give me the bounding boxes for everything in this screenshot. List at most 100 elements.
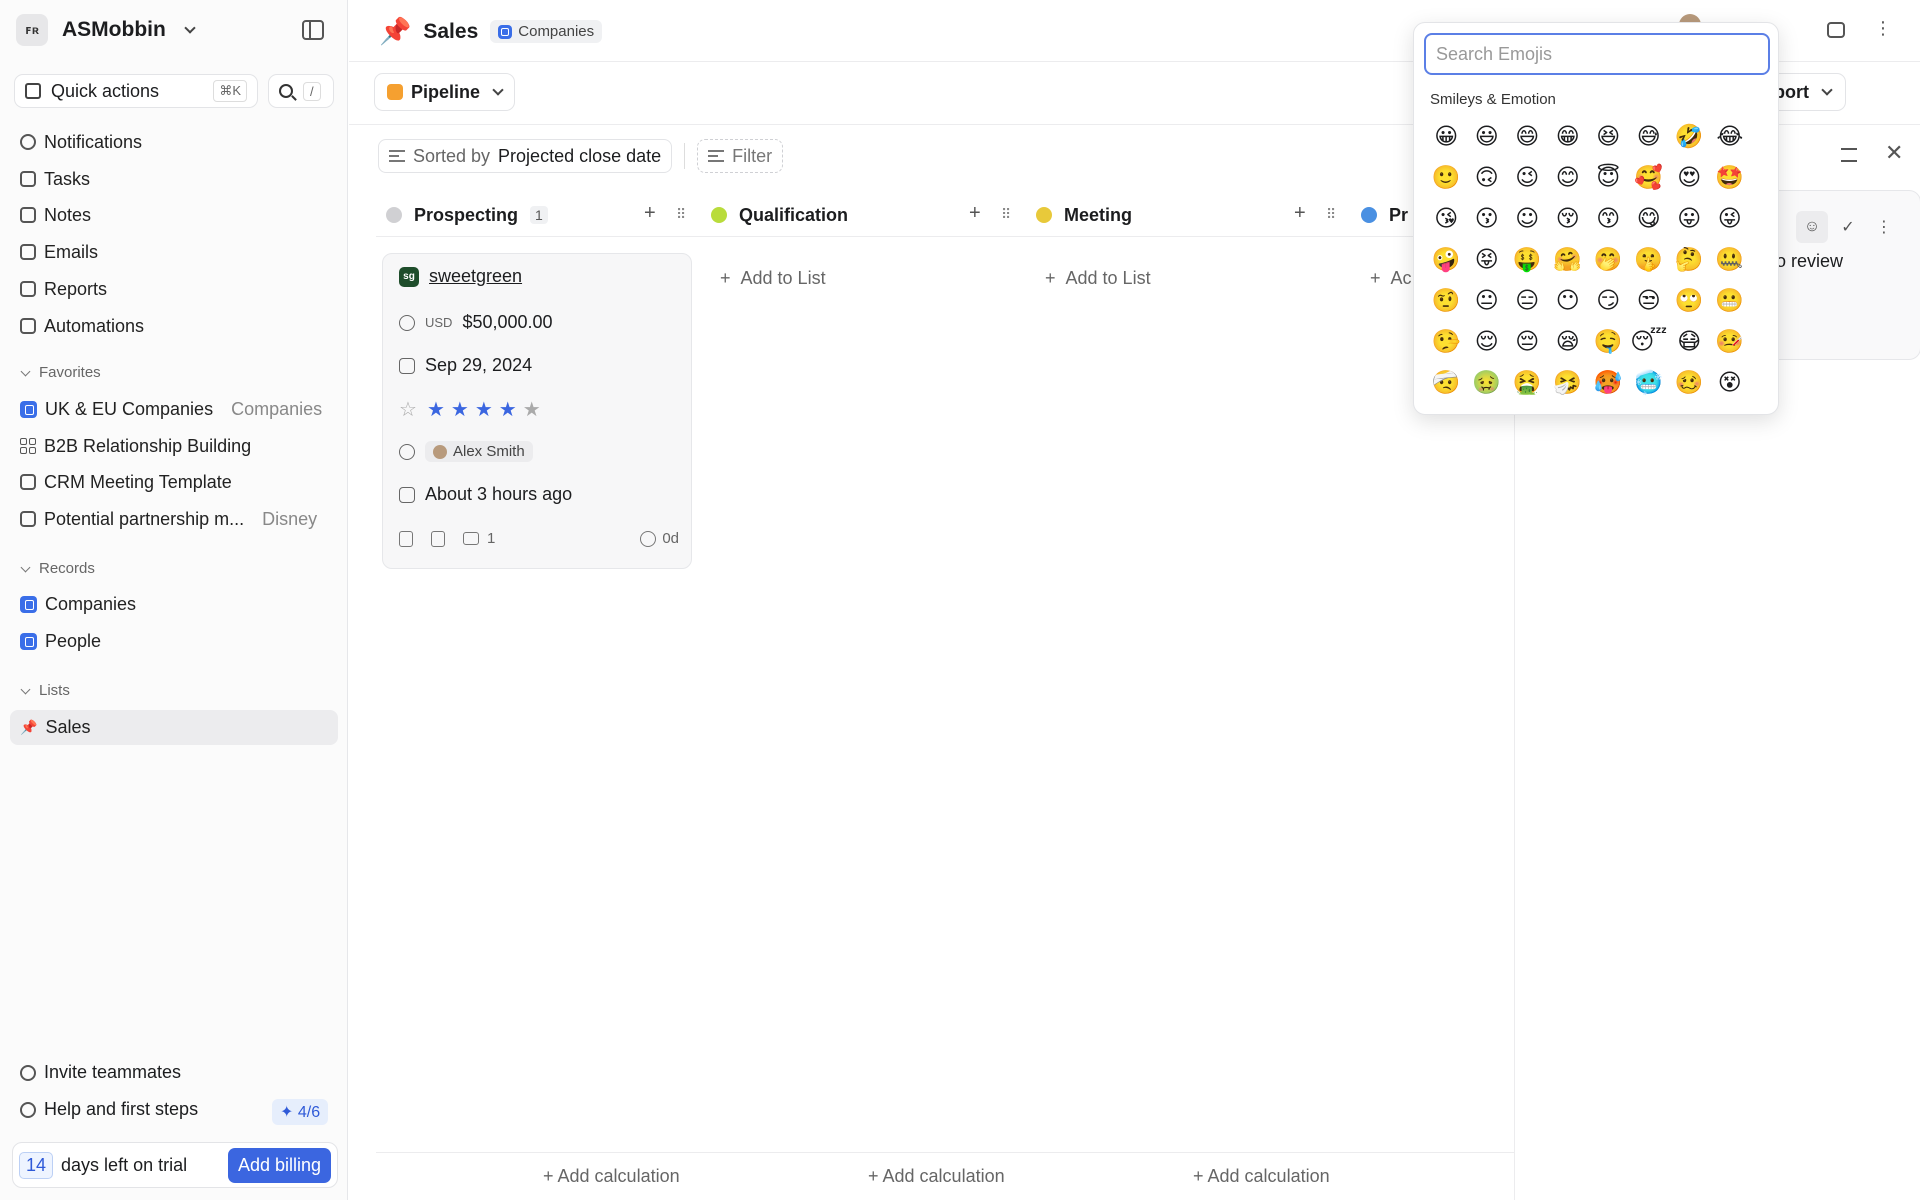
emoji-option[interactable]: 🤪: [1426, 242, 1467, 277]
rating-star-icon[interactable]: ★: [451, 399, 469, 421]
emoji-option[interactable]: 🤐: [1710, 242, 1751, 277]
add-reaction-icon[interactable]: ☺: [1796, 211, 1828, 243]
invite-teammates-button[interactable]: Invite teammates: [20, 1062, 181, 1083]
emoji-option[interactable]: 😍: [1669, 160, 1710, 195]
drag-handle-icon[interactable]: ⠿: [1001, 206, 1011, 223]
settings-sliders-icon[interactable]: [1841, 148, 1857, 162]
rating-star-icon[interactable]: ★: [475, 399, 493, 421]
emoji-option[interactable]: 😊: [1548, 160, 1589, 195]
emoji-option[interactable]: 🤥: [1426, 324, 1467, 359]
workspace-switcher[interactable]: ꜰʀ ASMobbin: [16, 14, 196, 46]
emoji-option[interactable]: 😃: [1467, 119, 1508, 154]
emoji-option[interactable]: 🥰: [1629, 160, 1670, 195]
add-to-list-proposal[interactable]: + Ac: [1370, 268, 1412, 289]
emoji-option[interactable]: 😉: [1507, 160, 1548, 195]
emoji-option[interactable]: 🤑: [1507, 242, 1548, 277]
emoji-option[interactable]: 😀: [1426, 119, 1467, 154]
emoji-option[interactable]: 🤣: [1669, 119, 1710, 154]
emoji-option[interactable]: 😬: [1710, 283, 1751, 318]
sidebar-item-tasks[interactable]: Tasks: [20, 164, 90, 194]
filter-button[interactable]: Filter: [697, 139, 784, 173]
emoji-option[interactable]: 😝: [1467, 242, 1508, 277]
emoji-option[interactable]: 😷: [1669, 324, 1710, 359]
owner-chip[interactable]: Alex Smith: [425, 441, 533, 462]
emoji-option[interactable]: 😐: [1467, 283, 1508, 318]
sidebar-item-notes[interactable]: Notes: [20, 200, 91, 230]
favorite-item-b2b[interactable]: B2B Relationship Building: [20, 431, 251, 461]
column-header-qualification[interactable]: Qualification: [711, 200, 848, 230]
sidebar-item-automations[interactable]: Automations: [20, 311, 144, 341]
emoji-option[interactable]: 🥴: [1669, 365, 1710, 400]
drag-handle-icon[interactable]: ⠿: [1326, 206, 1336, 223]
collapse-sidebar-icon[interactable]: [302, 20, 324, 40]
emoji-option[interactable]: 🤮: [1507, 365, 1548, 400]
emoji-option[interactable]: 😂: [1710, 119, 1751, 154]
add-record-icon[interactable]: +: [969, 202, 981, 225]
emoji-option[interactable]: 😆: [1588, 119, 1629, 154]
note-icon[interactable]: [399, 530, 413, 547]
search-button[interactable]: /: [268, 74, 334, 108]
add-calculation-qualification[interactable]: + Add calculation: [868, 1166, 1005, 1187]
emoji-option[interactable]: 😅: [1629, 119, 1670, 154]
emoji-option[interactable]: 😗: [1467, 201, 1508, 236]
add-to-list-qualification[interactable]: + Add to List: [720, 268, 826, 289]
emoji-option[interactable]: 🤔: [1669, 242, 1710, 277]
close-icon[interactable]: ✕: [1885, 140, 1903, 166]
check-circle-icon[interactable]: ✓: [1832, 211, 1864, 243]
column-header-meeting[interactable]: Meeting: [1036, 200, 1132, 230]
sidebar-item-emails[interactable]: Emails: [20, 237, 98, 267]
help-first-steps-button[interactable]: Help and first steps: [20, 1099, 198, 1120]
rating-star-icon[interactable]: ★: [523, 399, 541, 421]
emoji-option[interactable]: 🥶: [1629, 365, 1670, 400]
emoji-option[interactable]: 😄: [1507, 119, 1548, 154]
drag-handle-icon[interactable]: ⠿: [676, 206, 686, 223]
column-header-proposal[interactable]: Pr: [1361, 200, 1408, 230]
emoji-option[interactable]: 😑: [1507, 283, 1548, 318]
more-options-icon[interactable]: ⋮: [1874, 18, 1892, 39]
favorites-section-header[interactable]: Favorites: [20, 364, 101, 381]
emoji-option[interactable]: 😏: [1588, 283, 1629, 318]
company-link[interactable]: sweetgreen: [429, 266, 522, 287]
add-record-icon[interactable]: +: [644, 202, 656, 225]
view-selector[interactable]: Pipeline: [374, 73, 516, 111]
emoji-option[interactable]: 😜: [1710, 201, 1751, 236]
emoji-option[interactable]: 🤫: [1629, 242, 1670, 277]
emoji-option[interactable]: 🤒: [1710, 324, 1751, 359]
emoji-option[interactable]: 🙄: [1669, 283, 1710, 318]
rating-star-icon[interactable]: ★: [499, 399, 517, 421]
emoji-option[interactable]: 😁: [1548, 119, 1589, 154]
object-chip[interactable]: Companies: [490, 20, 603, 43]
add-calculation-meeting[interactable]: + Add calculation: [1193, 1166, 1330, 1187]
emoji-option[interactable]: 😴: [1629, 324, 1670, 359]
emoji-option[interactable]: 😪: [1548, 324, 1589, 359]
sidebar-item-reports[interactable]: Reports: [20, 274, 107, 304]
emoji-option[interactable]: 😌: [1467, 324, 1508, 359]
rating-stars[interactable]: ★ ★ ★ ★ ★: [427, 397, 547, 422]
emoji-option[interactable]: 🤨: [1426, 283, 1467, 318]
emoji-option[interactable]: 😔: [1507, 324, 1548, 359]
emoji-option[interactable]: 🤧: [1548, 365, 1589, 400]
emoji-option[interactable]: 😵: [1710, 365, 1751, 400]
deal-card-sweetgreen[interactable]: sg sweetgreen USD $50,000.00 Sep 29, 202…: [382, 253, 692, 569]
emoji-option[interactable]: 😘: [1426, 201, 1467, 236]
emoji-option[interactable]: 😚: [1548, 201, 1589, 236]
sidebar-item-notifications[interactable]: Notifications: [20, 127, 142, 157]
sidebar-item-sales[interactable]: 📌 Sales: [20, 712, 90, 742]
add-record-icon[interactable]: +: [1294, 202, 1306, 225]
more-options-icon[interactable]: ⋮: [1868, 211, 1900, 243]
emoji-option[interactable]: 😶: [1548, 283, 1589, 318]
emoji-option[interactable]: 🤢: [1467, 365, 1508, 400]
quick-actions-button[interactable]: Quick actions ⌘K: [14, 74, 258, 108]
favorite-item-uk-eu-companies[interactable]: UK & EU Companies Companies: [20, 394, 322, 424]
add-billing-button[interactable]: Add billing: [227, 1147, 331, 1183]
sidebar-item-companies[interactable]: Companies: [20, 589, 136, 619]
column-header-prospecting[interactable]: Prospecting 1: [386, 200, 548, 230]
favorite-item-crm-template[interactable]: CRM Meeting Template: [20, 467, 232, 497]
sort-button[interactable]: Sorted by Projected close date: [378, 139, 673, 173]
comments-count[interactable]: 1: [463, 530, 495, 547]
emoji-option[interactable]: 🙃: [1467, 160, 1508, 195]
emoji-option[interactable]: 🤩: [1710, 160, 1751, 195]
emoji-option[interactable]: 🤭: [1588, 242, 1629, 277]
emoji-option[interactable]: ☺: [1507, 201, 1548, 236]
emoji-search-input[interactable]: [1424, 33, 1770, 75]
